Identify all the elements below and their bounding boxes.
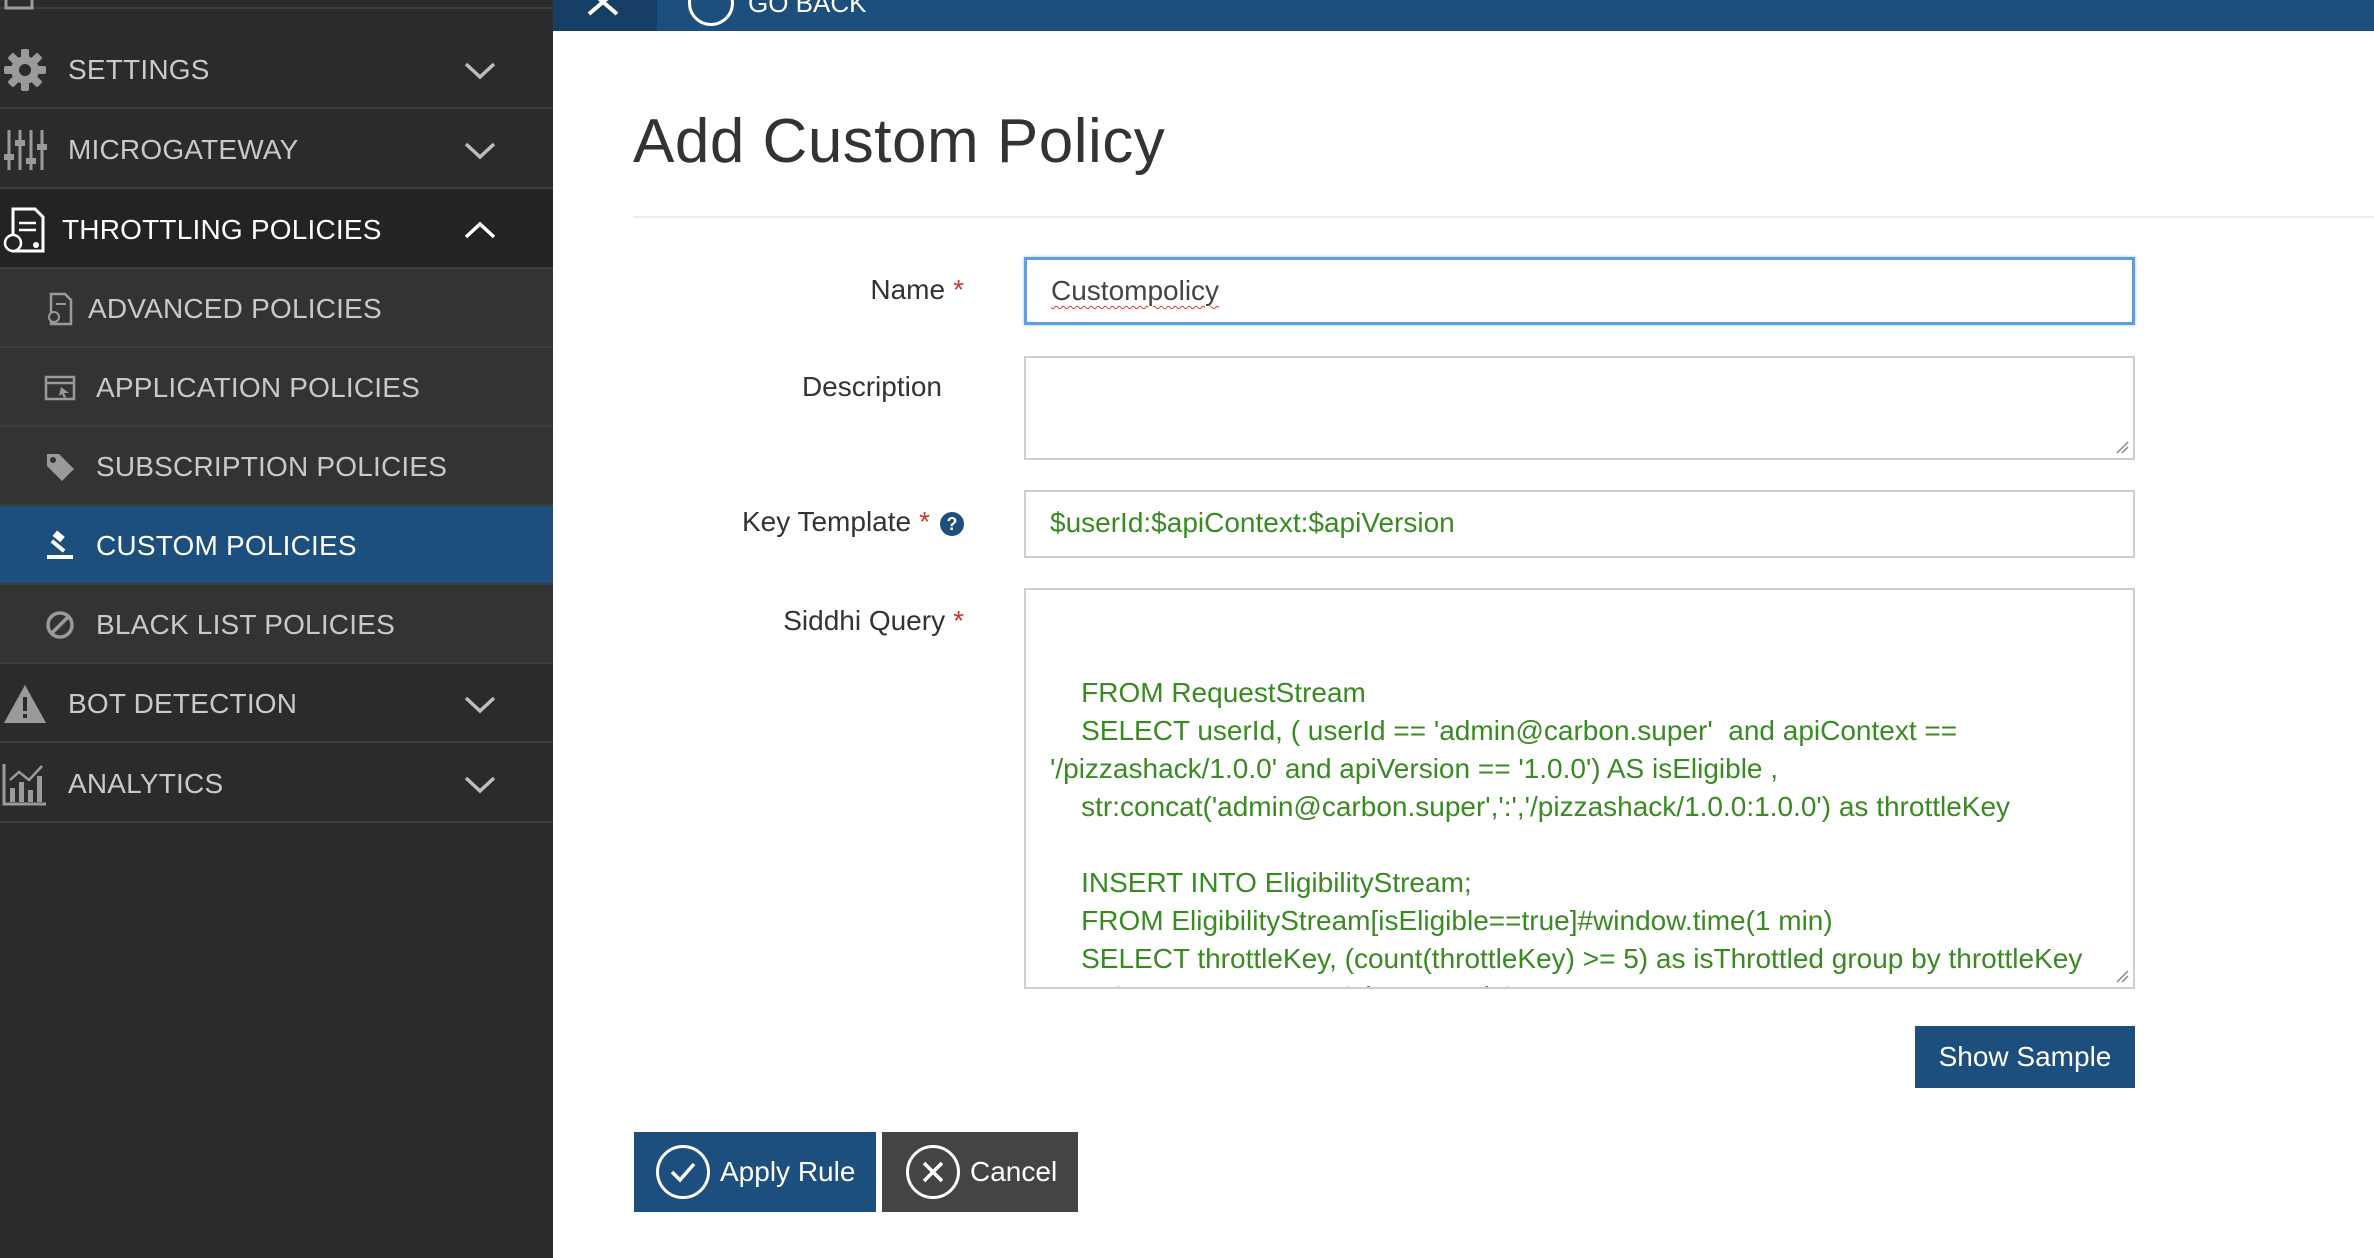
- list-icon: [4, 0, 34, 10]
- siddhi-query-label: Siddhi Query *: [634, 601, 964, 641]
- sidebar-item-throttling-policies[interactable]: THROTTLING POLICIES: [0, 190, 553, 269]
- cancel-label: Cancel: [970, 1156, 1058, 1187]
- sidebar-item-settings[interactable]: SETTINGS: [0, 30, 553, 109]
- chevron-down-icon: [464, 696, 496, 714]
- check-circle-icon: [656, 1145, 710, 1199]
- siddhi-query-label-text: Siddhi Query: [783, 605, 946, 636]
- analytics-chart-icon: [0, 762, 50, 806]
- name-label: Name *: [634, 270, 964, 310]
- chevron-down-icon: [464, 62, 496, 80]
- description-label-text: Description: [801, 371, 942, 402]
- sidebar-item-label: SUBSCRIPTION POLICIES: [96, 451, 448, 482]
- cancel-button[interactable]: Cancel: [882, 1132, 1078, 1212]
- required-marker: *: [953, 605, 964, 636]
- go-back-button[interactable]: GO BACK: [688, 0, 866, 28]
- resize-handle-icon[interactable]: [2115, 440, 2129, 454]
- apply-rule-label: Apply Rule: [720, 1156, 856, 1187]
- sidebar-item-black-list-policies[interactable]: BLACK LIST POLICIES: [0, 585, 553, 664]
- sidebar-item-bot-detection[interactable]: BOT DETECTION: [0, 664, 553, 743]
- document-settings-icon: [42, 287, 78, 331]
- sidebar-item-label: MICROGATEWAY: [68, 134, 299, 165]
- help-icon[interactable]: ?: [940, 512, 964, 536]
- sidebar-item-advanced-policies[interactable]: ADVANCED POLICIES: [0, 269, 553, 348]
- back-arrow-icon: [688, 0, 734, 26]
- chevron-up-icon: [464, 221, 496, 239]
- close-button[interactable]: [553, 0, 657, 31]
- close-icon: [587, 0, 619, 16]
- key-template-value: $userId:$apiContext:$apiVersion: [1050, 507, 1455, 538]
- close-circle-icon: [906, 1145, 960, 1199]
- key-template-label-text: Key Template: [741, 506, 912, 537]
- warning-icon: [0, 682, 50, 726]
- top-bar: GO BACK: [553, 0, 2374, 31]
- description-textarea[interactable]: [1024, 356, 2135, 460]
- policy-document-icon: [0, 207, 50, 253]
- chevron-down-icon: [464, 142, 496, 160]
- apply-rule-button[interactable]: Apply Rule: [634, 1132, 876, 1212]
- description-label: Description: [634, 367, 964, 407]
- sliders-icon: [0, 128, 50, 172]
- sidebar-item-microgateway[interactable]: MICROGATEWAY: [0, 110, 553, 189]
- page-title: Add Custom Policy: [633, 107, 1166, 176]
- sidebar-item-label: ANALYTICS: [68, 768, 224, 799]
- resize-handle-icon[interactable]: [2115, 969, 2129, 983]
- sidebar-item-label: APPLICATION POLICIES: [96, 372, 421, 403]
- siddhi-query-textarea[interactable]: FROM RequestStream SELECT userId, ( user…: [1024, 588, 2135, 989]
- required-marker: *: [919, 506, 930, 537]
- chevron-down-icon: [464, 776, 496, 794]
- key-template-input[interactable]: $userId:$apiContext:$apiVersion: [1024, 490, 2135, 558]
- sidebar-item-label: SETTINGS: [68, 54, 210, 85]
- key-template-label: Key Template *?: [634, 502, 964, 542]
- go-back-label: GO BACK: [748, 0, 867, 18]
- sidebar-item-partial[interactable]: [0, 0, 553, 10]
- sidebar-item-label: CUSTOM POLICIES: [96, 530, 357, 561]
- sidebar-item-analytics[interactable]: ANALYTICS: [0, 744, 553, 823]
- sidebar-item-label: BOT DETECTION: [68, 688, 298, 719]
- block-icon: [42, 603, 78, 647]
- application-window-icon: [42, 366, 78, 410]
- sidebar-item-label: BLACK LIST POLICIES: [96, 609, 395, 640]
- gear-icon: [0, 48, 50, 92]
- required-marker: *: [953, 274, 964, 305]
- sidebar-item-label: THROTTLING POLICIES: [62, 214, 382, 245]
- title-divider: [633, 216, 2374, 218]
- sidebar-item-label: ADVANCED POLICIES: [88, 293, 382, 324]
- sidebar-item-application-policies[interactable]: APPLICATION POLICIES: [0, 348, 553, 427]
- sidebar-item-subscription-policies[interactable]: SUBSCRIPTION POLICIES: [0, 427, 553, 506]
- sidebar: SETTINGS MICROGATEWAY THROTTLING POLICIE…: [0, 0, 553, 1258]
- name-label-text: Name: [870, 274, 946, 305]
- sidebar-item-custom-policies[interactable]: CUSTOM POLICIES: [0, 506, 553, 585]
- show-sample-button[interactable]: Show Sample: [1915, 1026, 2135, 1088]
- name-input-value: Custompolicy: [1051, 275, 1220, 306]
- name-input[interactable]: Custompolicy: [1024, 257, 2135, 325]
- tag-icon: [42, 445, 78, 489]
- gavel-icon: [42, 524, 78, 568]
- siddhi-query-value: FROM RequestStream SELECT userId, ( user…: [1050, 677, 2083, 987]
- show-sample-label: Show Sample: [1938, 1041, 2112, 1072]
